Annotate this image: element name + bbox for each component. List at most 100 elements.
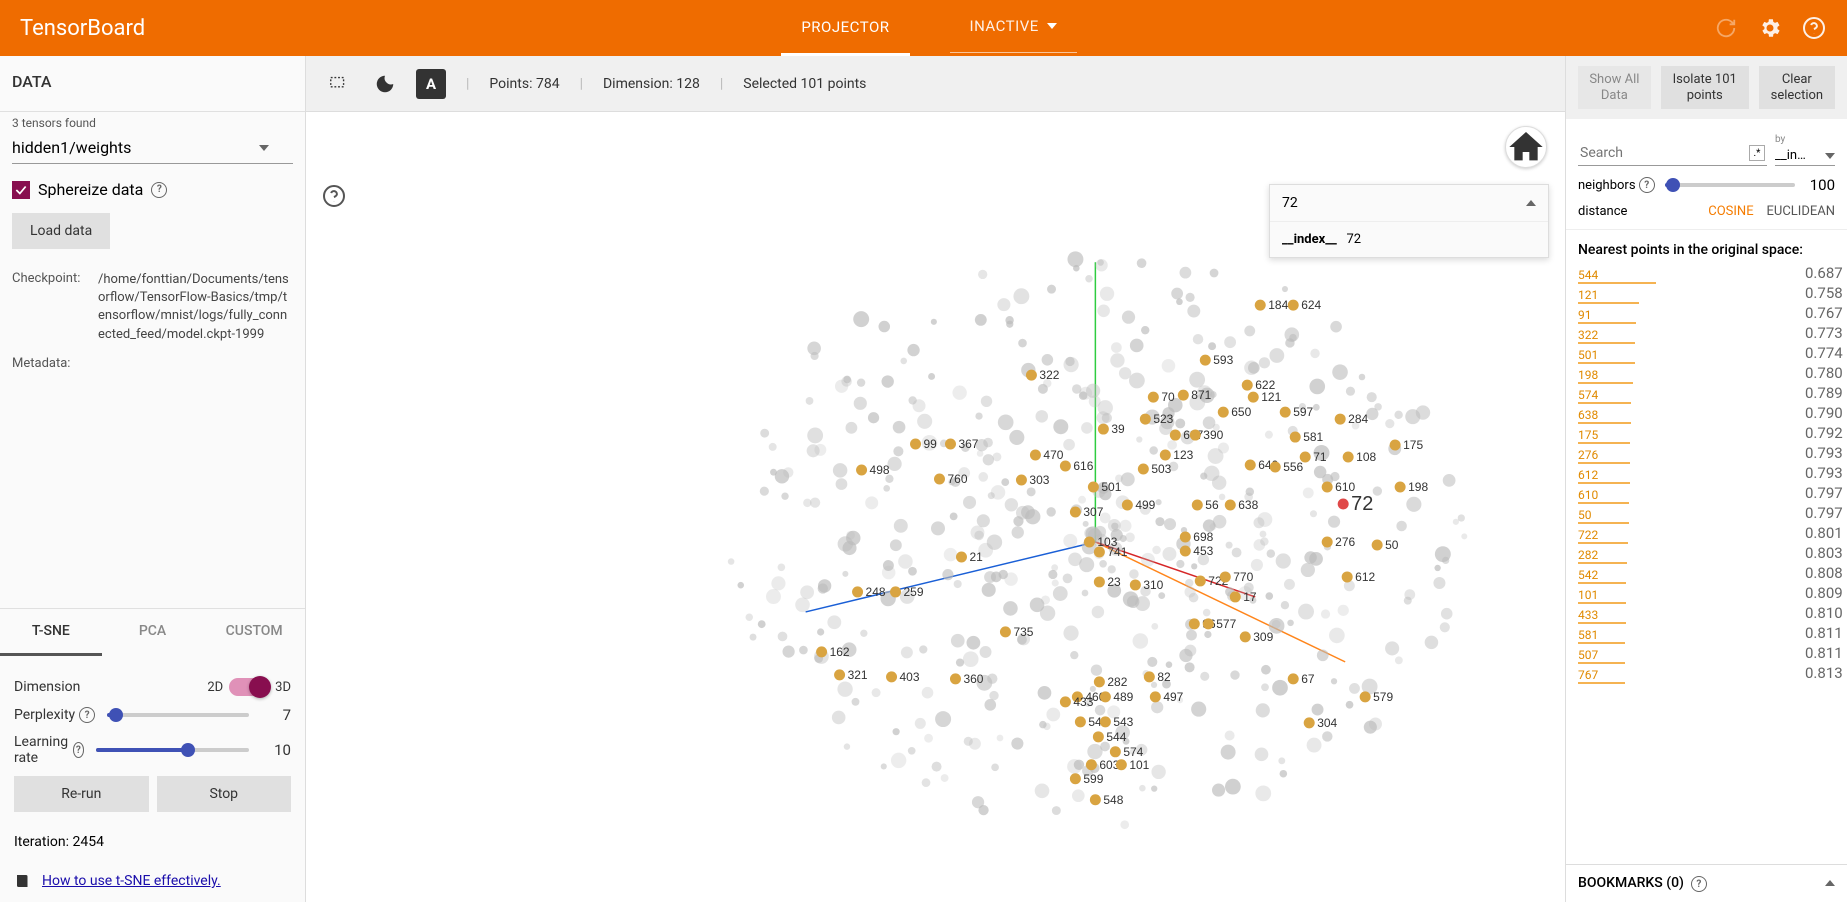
tab-projector[interactable]: PROJECTOR xyxy=(781,0,909,56)
neighbors-value: 100 xyxy=(1805,176,1835,194)
svg-text:556: 556 xyxy=(1283,460,1303,474)
info-icon[interactable]: ? xyxy=(1639,177,1655,193)
reload-icon[interactable] xyxy=(1713,15,1739,41)
brand-title: TensorBoard xyxy=(20,16,145,41)
viz-help-icon[interactable] xyxy=(322,184,346,208)
svg-text:577: 577 xyxy=(1216,617,1236,631)
lr-value: 10 xyxy=(261,741,291,759)
distance-cosine[interactable]: COSINE xyxy=(1708,204,1753,219)
nn-item[interactable]: 4330.810 xyxy=(1566,604,1847,624)
nn-item[interactable]: 3220.773 xyxy=(1566,324,1847,344)
svg-text:503: 503 xyxy=(1151,462,1171,476)
nn-item[interactable]: 500.797 xyxy=(1566,504,1847,524)
nn-item[interactable]: 910.767 xyxy=(1566,304,1847,324)
svg-text:162: 162 xyxy=(830,645,850,659)
svg-text:101: 101 xyxy=(1129,758,1149,772)
search-by-value: __in… xyxy=(1775,148,1806,163)
label-mode-icon[interactable]: A xyxy=(416,69,446,99)
nn-item[interactable]: 7220.801 xyxy=(1566,524,1847,544)
reset-view-button[interactable] xyxy=(1505,126,1547,168)
nn-item[interactable]: 6120.793 xyxy=(1566,464,1847,484)
nn-item[interactable]: 1750.792 xyxy=(1566,424,1847,444)
svg-text:523: 523 xyxy=(1153,412,1173,426)
svg-text:581: 581 xyxy=(1303,430,1323,444)
gear-icon[interactable] xyxy=(1757,15,1783,41)
neighbors-slider[interactable] xyxy=(1665,183,1795,187)
svg-text:544: 544 xyxy=(1106,730,1126,744)
rerun-button[interactable]: Re-run xyxy=(14,776,149,812)
svg-text:121: 121 xyxy=(1261,390,1281,404)
search-input[interactable] xyxy=(1578,141,1767,166)
tab-pca[interactable]: PCA xyxy=(102,609,204,656)
nn-item[interactable]: 6380.790 xyxy=(1566,404,1847,424)
night-mode-icon[interactable] xyxy=(370,69,400,99)
nn-item[interactable]: 6100.797 xyxy=(1566,484,1847,504)
show-all-button[interactable]: Show All Data xyxy=(1578,66,1651,109)
svg-text:82: 82 xyxy=(1157,670,1171,684)
tensor-select[interactable]: hidden1/weights xyxy=(12,132,293,164)
nn-item[interactable]: 5420.808 xyxy=(1566,564,1847,584)
selection-tooltip: 72 __index__ 72 xyxy=(1269,184,1549,258)
neighbors-label: neighbors xyxy=(1578,178,1636,193)
stop-button[interactable]: Stop xyxy=(157,776,292,812)
clear-selection-button[interactable]: Clear selection xyxy=(1759,66,1835,109)
svg-text:108: 108 xyxy=(1356,450,1376,464)
3d-label: 3D xyxy=(275,680,291,695)
nn-item[interactable]: 5740.789 xyxy=(1566,384,1847,404)
sphereize-checkbox[interactable] xyxy=(12,181,30,199)
nn-item[interactable]: 1210.758 xyxy=(1566,284,1847,304)
svg-text:307: 307 xyxy=(1083,505,1103,519)
tab-inactive-dropdown[interactable]: INACTIVE xyxy=(950,0,1077,53)
load-data-button[interactable]: Load data xyxy=(12,213,110,249)
nn-title: Nearest points in the original space: xyxy=(1566,230,1847,264)
info-icon[interactable]: ? xyxy=(73,742,84,758)
svg-text:735: 735 xyxy=(1013,625,1033,639)
help-icon[interactable] xyxy=(1801,15,1827,41)
svg-text:71: 71 xyxy=(1313,450,1327,464)
info-icon[interactable]: ? xyxy=(79,707,95,723)
svg-text:39: 39 xyxy=(1111,422,1125,436)
dimension-toggle[interactable] xyxy=(229,678,269,696)
nn-item[interactable]: 1010.809 xyxy=(1566,584,1847,604)
collapse-icon[interactable] xyxy=(1526,200,1536,206)
svg-text:433: 433 xyxy=(1073,695,1093,709)
search-by-select[interactable]: __in… xyxy=(1775,146,1835,166)
nn-item[interactable]: 7670.813 xyxy=(1566,664,1847,684)
perplexity-slider[interactable] xyxy=(107,713,249,717)
lr-slider[interactable] xyxy=(96,748,249,752)
svg-text:99: 99 xyxy=(924,437,938,451)
info-icon: ? xyxy=(1691,876,1707,892)
svg-text:321: 321 xyxy=(848,668,868,682)
regex-toggle[interactable]: .* xyxy=(1749,145,1765,161)
scatter-plot[interactable]: 72 __index__ 72 184624593322622121708716… xyxy=(306,112,1565,902)
svg-text:698: 698 xyxy=(1193,530,1213,544)
perplexity-value: 7 xyxy=(261,706,291,724)
nn-item[interactable]: 5070.811 xyxy=(1566,644,1847,664)
tooltip-meta-key: __index__ xyxy=(1282,232,1337,247)
nn-item[interactable]: 5810.811 xyxy=(1566,624,1847,644)
chevron-down-icon xyxy=(1047,23,1057,29)
perplexity-label: Perplexity xyxy=(14,707,75,723)
selection-mode-icon[interactable] xyxy=(324,69,354,99)
svg-text:497: 497 xyxy=(1163,690,1183,704)
nn-item[interactable]: 5440.687 xyxy=(1566,264,1847,284)
distance-euclidean[interactable]: EUCLIDEAN xyxy=(1767,204,1836,219)
svg-text:322: 322 xyxy=(1039,368,1059,382)
book-icon xyxy=(14,872,32,890)
svg-text:616: 616 xyxy=(1073,459,1093,473)
tab-tsne[interactable]: T-SNE xyxy=(0,609,102,656)
dimension-label: Dimension xyxy=(14,679,80,695)
nn-item[interactable]: 5010.774 xyxy=(1566,344,1847,364)
nn-item[interactable]: 2820.803 xyxy=(1566,544,1847,564)
svg-text:597: 597 xyxy=(1293,405,1313,419)
isolate-button[interactable]: Isolate 101 points xyxy=(1661,66,1749,109)
svg-text:499: 499 xyxy=(1135,498,1155,512)
info-icon[interactable]: ? xyxy=(151,182,167,198)
tab-custom[interactable]: CUSTOM xyxy=(203,609,305,656)
nn-item[interactable]: 1980.780 xyxy=(1566,364,1847,384)
nn-item[interactable]: 2760.793 xyxy=(1566,444,1847,464)
tsne-help-link[interactable]: How to use t-SNE effectively. xyxy=(42,873,221,889)
svg-text:543: 543 xyxy=(1113,715,1133,729)
bookmarks-toggle[interactable]: BOOKMARKS (0) ? xyxy=(1566,864,1847,902)
svg-text:72: 72 xyxy=(1351,493,1373,515)
